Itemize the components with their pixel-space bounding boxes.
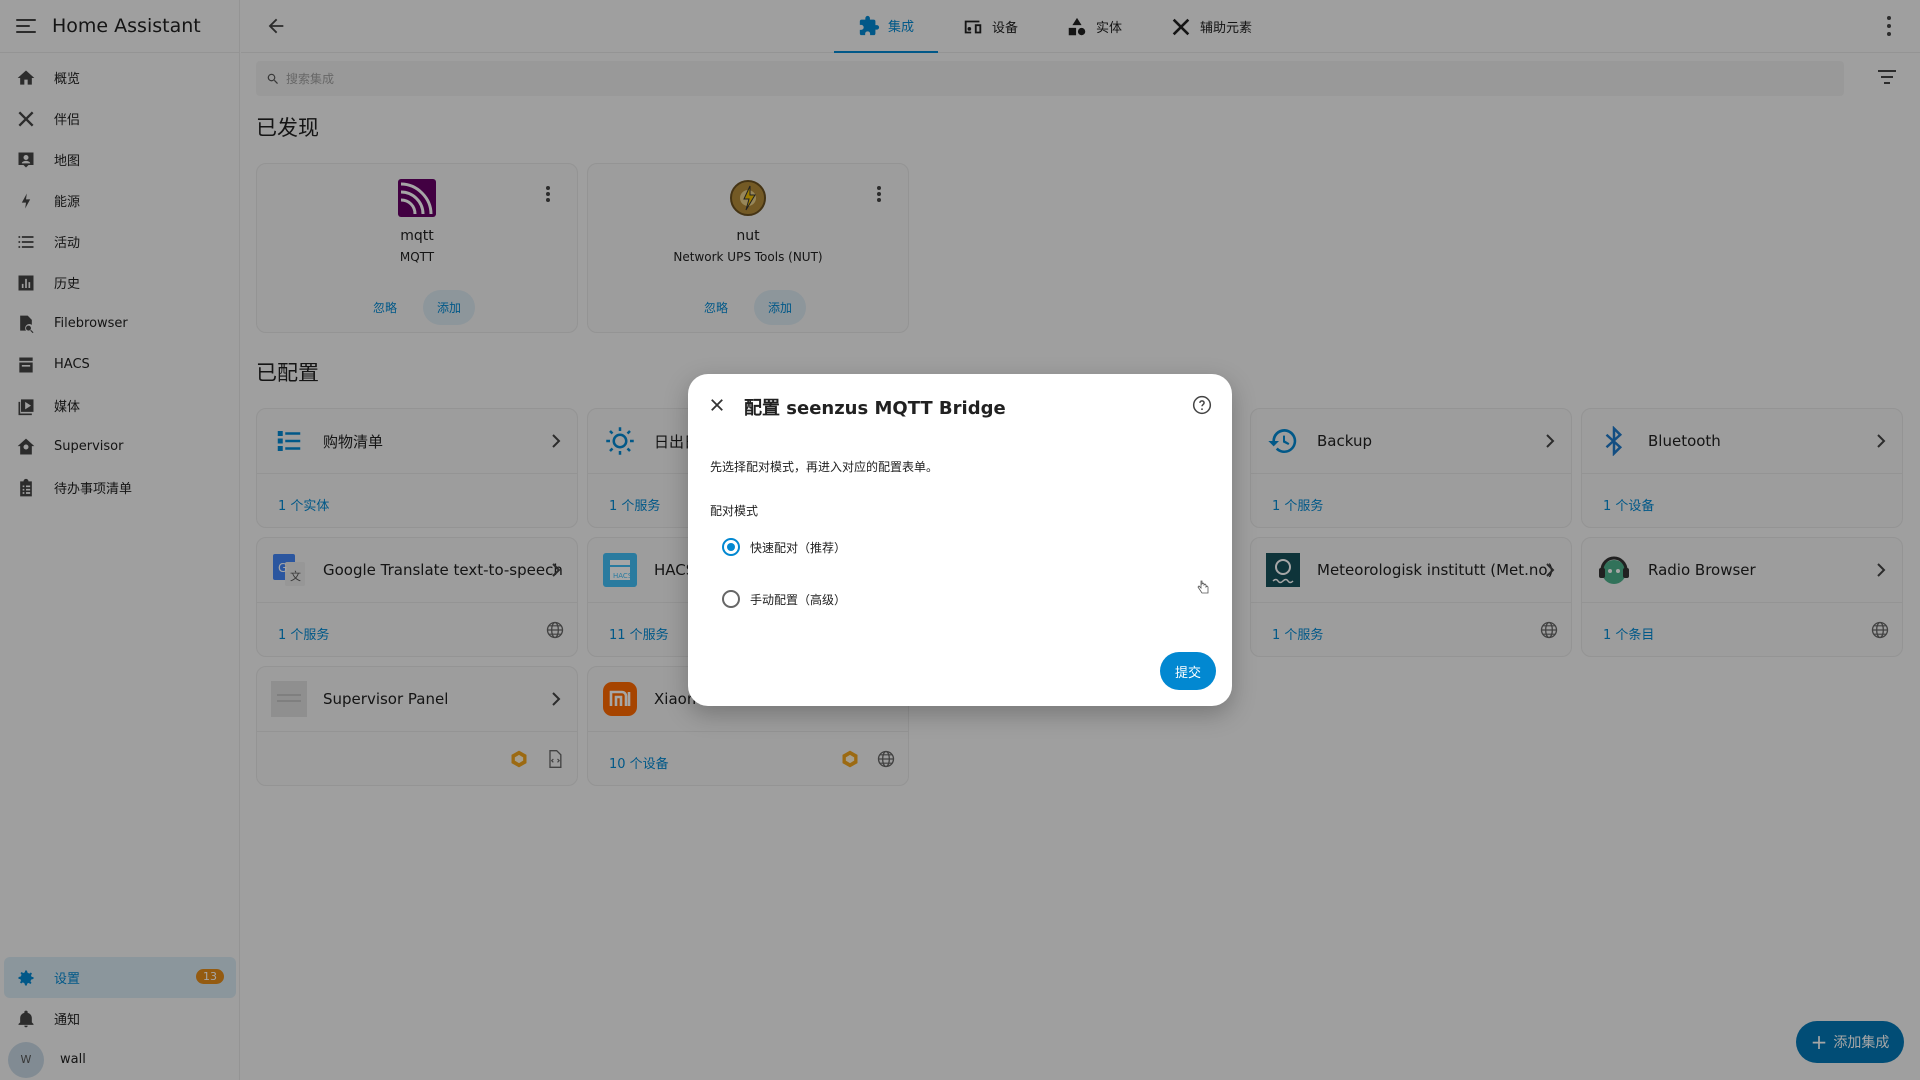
radio-quick-pair[interactable]: 快速配对（推荐） bbox=[722, 538, 846, 556]
radio-manual-config[interactable]: 手动配置（高级） bbox=[722, 590, 846, 608]
radio-button[interactable] bbox=[722, 590, 740, 608]
submit-button[interactable]: 提交 bbox=[1159, 652, 1216, 690]
radio-label: 手动配置（高级） bbox=[750, 592, 847, 607]
radio-button-checked[interactable] bbox=[722, 538, 740, 556]
help-icon[interactable] bbox=[1192, 395, 1212, 415]
dialog-description: 先选择配对模式，再进入对应的配置表单。 bbox=[710, 460, 939, 474]
dialog-title: 配置 seenzus MQTT Bridge bbox=[744, 398, 1006, 419]
config-dialog: 配置 seenzus MQTT Bridge 先选择配对模式，再进入对应的配置表… bbox=[688, 374, 1232, 706]
pairing-mode-label: 配对模式 bbox=[710, 504, 759, 518]
close-icon[interactable] bbox=[708, 396, 726, 414]
radio-label: 快速配对（推荐） bbox=[750, 540, 847, 555]
hand-cursor-icon bbox=[1197, 580, 1209, 594]
